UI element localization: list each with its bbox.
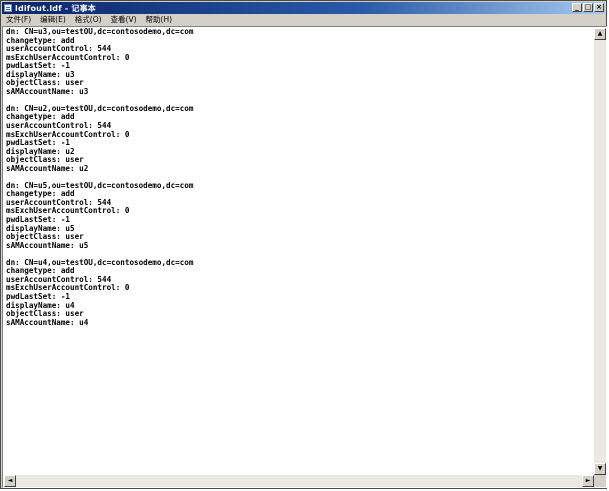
menu-format[interactable]: 格式(O) [71, 14, 107, 25]
vertical-scrollbar[interactable]: ▲ ▼ [594, 28, 606, 475]
scrollbar-corner [594, 475, 606, 487]
editor-frame: dn: CN=u3,ou=testOU,dc=contosodemo,dc=co… [2, 26, 607, 488]
text-line: sAMAccountName: u4 [6, 317, 89, 327]
window-controls: _ □ × [572, 3, 604, 12]
menu-file[interactable]: 文件(F) [2, 14, 36, 25]
menu-edit[interactable]: 编辑(E) [36, 14, 71, 25]
menu-help[interactable]: 帮助(H) [142, 14, 178, 25]
notepad-window: ldifout.ldf - 记事本 _ □ × 文件(F) 编辑(E) 格式(O… [0, 0, 607, 489]
notepad-icon[interactable] [4, 4, 12, 12]
text-content[interactable]: dn: CN=u3,ou=testOU,dc=contosodemo,dc=co… [4, 28, 594, 327]
title-bar[interactable]: ldifout.ldf - 记事本 _ □ × [2, 2, 605, 14]
window-title: ldifout.ldf - 记事本 [15, 3, 96, 13]
text-line: sAMAccountName: u3 [6, 86, 89, 96]
scroll-right-button[interactable]: ► [582, 475, 594, 487]
scroll-up-button[interactable]: ▲ [594, 28, 606, 40]
maximize-button[interactable]: □ [583, 3, 593, 12]
menu-view[interactable]: 查看(V) [107, 14, 142, 25]
scroll-down-button[interactable]: ▼ [594, 463, 606, 475]
minimize-button[interactable]: _ [572, 3, 582, 12]
scroll-left-button[interactable]: ◄ [4, 475, 16, 487]
horizontal-scrollbar[interactable]: ◄ ► [4, 475, 594, 487]
close-button[interactable]: × [594, 3, 604, 12]
text-line: sAMAccountName: u2 [6, 163, 89, 173]
menu-bar: 文件(F) 编辑(E) 格式(O) 查看(V) 帮助(H) [2, 14, 605, 25]
text-area[interactable]: dn: CN=u3,ou=testOU,dc=contosodemo,dc=co… [4, 28, 594, 475]
text-line: sAMAccountName: u5 [6, 240, 89, 250]
